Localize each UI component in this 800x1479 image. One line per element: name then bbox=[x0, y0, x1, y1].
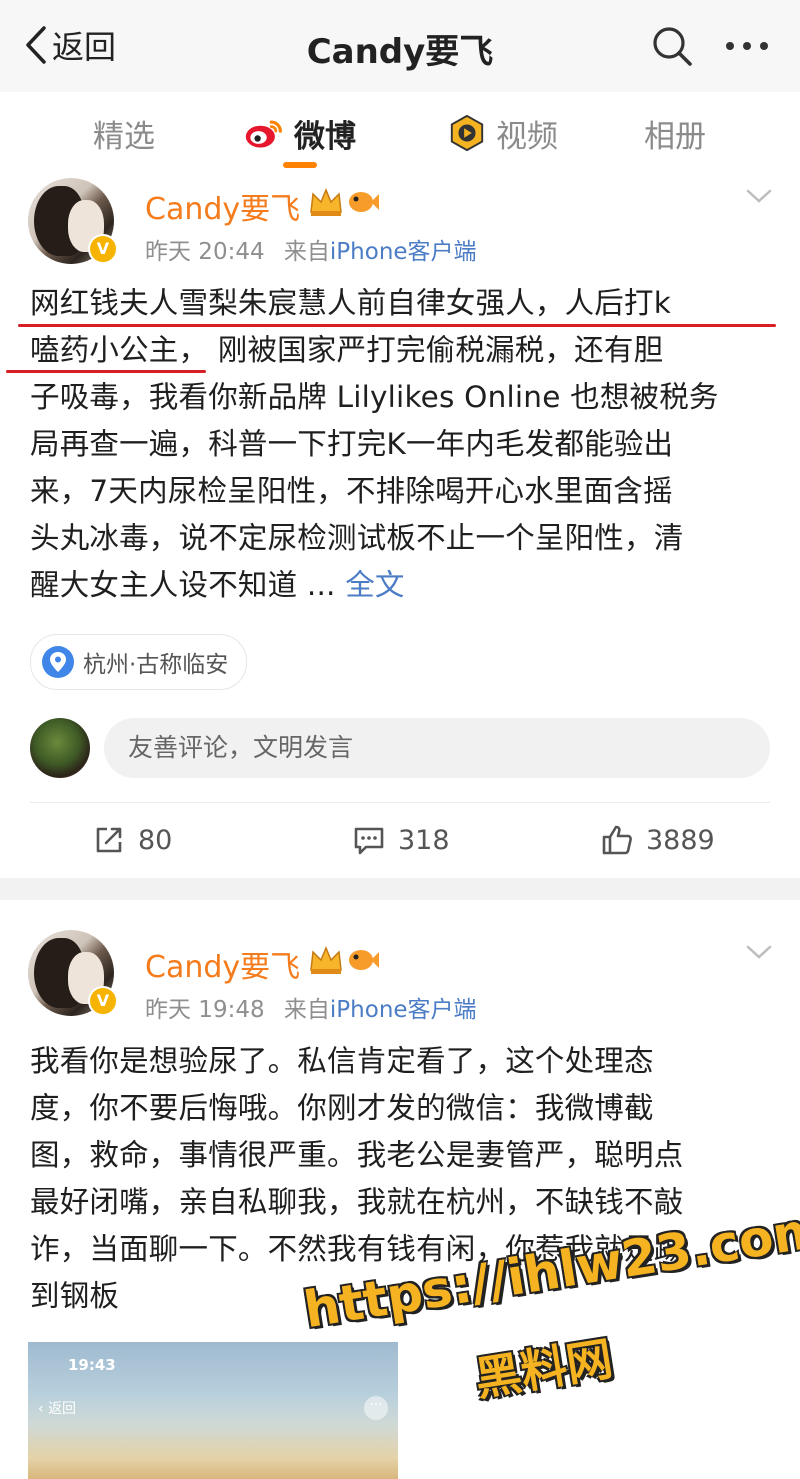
top-nav-bar: 返回 Candy要飞 bbox=[0, 0, 800, 93]
tab-label: 相册 bbox=[644, 118, 706, 155]
comment-button[interactable]: 318 bbox=[352, 818, 450, 862]
chevron-down-icon[interactable] bbox=[744, 186, 774, 206]
video-icon bbox=[450, 114, 484, 152]
crown-icon bbox=[310, 946, 342, 974]
repost-count: 80 bbox=[138, 824, 173, 856]
text-line: 到钢板 bbox=[30, 1279, 120, 1313]
post-text: 网红钱夫人雪梨朱宸慧人前自律女强人，人后打k 嗑药小公主， 刚被国家严打完偷税漏… bbox=[30, 280, 775, 609]
post-source[interactable]: iPhone客户端 bbox=[330, 239, 477, 265]
post-meta: 昨天 20:44 来自iPhone客户端 bbox=[145, 232, 477, 266]
repost-icon bbox=[96, 827, 122, 853]
back-button[interactable]: 返回 bbox=[22, 20, 116, 70]
text-line: 头丸冰毒，说不定尿检测试板不止一个呈阳性，清 bbox=[30, 521, 684, 555]
highlight-underline bbox=[6, 370, 206, 373]
text-line: 来，7天内尿检呈阳性，不排除喝开心水里面含摇 bbox=[30, 474, 673, 508]
active-tab-indicator bbox=[283, 162, 317, 168]
text-line: 醒大女主人设不知道 ... 全文 bbox=[30, 562, 775, 609]
tab-video[interactable]: 视频 bbox=[448, 110, 558, 156]
comment-count: 318 bbox=[398, 824, 450, 856]
location-pin-icon bbox=[42, 646, 74, 678]
text-line: 诈，当面聊一下。不然我有钱有闲，你惹我就是踢 bbox=[30, 1232, 684, 1266]
fish-badge-icon bbox=[349, 950, 379, 970]
text-line-tail: 醒大女主人设不知道 ... bbox=[30, 568, 346, 602]
post-time: 昨天 19:48 bbox=[145, 997, 265, 1023]
chevron-down-icon[interactable] bbox=[744, 942, 774, 962]
profile-tabs: 精选 微博 视频 相册 bbox=[0, 92, 800, 178]
like-button[interactable]: 3889 bbox=[600, 818, 715, 862]
text-line: 局再查一遍，科普一下打完K一年内毛发都能验出 bbox=[30, 427, 674, 461]
verified-badge-icon: V bbox=[88, 986, 118, 1016]
image-more-icon: ··· bbox=[364, 1396, 388, 1420]
text-line: 度，你不要后悔哦。你刚才发的微信：我微博截 bbox=[30, 1091, 654, 1125]
like-count: 3889 bbox=[646, 824, 715, 856]
thumbs-up-icon bbox=[602, 825, 632, 855]
source-prefix: 来自 bbox=[283, 239, 330, 265]
tab-label: 微博 bbox=[294, 118, 356, 155]
tab-weibo[interactable]: 微博 bbox=[244, 110, 356, 156]
post-time: 昨天 20:44 bbox=[145, 239, 265, 265]
image-status-time: 19:43 bbox=[68, 1356, 116, 1374]
read-more-link[interactable]: 全文 bbox=[345, 568, 404, 602]
card-separator bbox=[0, 878, 800, 900]
image-back-text: 返回 bbox=[48, 1401, 77, 1417]
my-avatar bbox=[30, 718, 90, 778]
tab-featured[interactable]: 精选 bbox=[93, 110, 155, 156]
more-options-icon[interactable] bbox=[722, 26, 772, 66]
verified-badge-icon: V bbox=[88, 234, 118, 264]
back-arrow-icon bbox=[26, 26, 46, 64]
highlight-underline bbox=[18, 324, 776, 327]
post-meta: 昨天 19:48 来自iPhone客户端 bbox=[145, 990, 477, 1024]
source-prefix: 来自 bbox=[283, 997, 330, 1023]
text-line: 图，救命，事情很严重。我老公是妻管严，聪明点 bbox=[30, 1138, 684, 1172]
tab-label: 视频 bbox=[496, 118, 558, 155]
post-image[interactable]: 19:43 ‹ 返回 ··· bbox=[28, 1342, 398, 1479]
text-line: 我看你是想验尿了。私信肯定看了，这个处理态 bbox=[30, 1044, 654, 1078]
post-card: V Candy要飞 昨天 20:44 来自iPhone客户端 网红钱夫人雪梨朱宸… bbox=[0, 178, 800, 878]
location-tag[interactable]: 杭州·古称临安 bbox=[30, 634, 248, 690]
divider bbox=[30, 802, 770, 803]
user-name[interactable]: Candy要飞 bbox=[145, 942, 300, 986]
user-name[interactable]: Candy要飞 bbox=[145, 184, 300, 228]
text-line: 最好闭嘴，亲自私聊我，我就在杭州，不缺钱不敲 bbox=[30, 1185, 684, 1219]
weibo-logo-icon bbox=[245, 120, 282, 148]
tab-album[interactable]: 相册 bbox=[644, 110, 706, 156]
text-line: 嗑药小公主， 刚被国家严打完偷税漏税，还有胆 bbox=[30, 333, 664, 367]
comment-icon bbox=[354, 827, 384, 855]
image-back-label: ‹ 返回 bbox=[38, 1401, 77, 1417]
post-card: V Candy要飞 昨天 19:48 来自iPhone客户端 我看你是想验尿了。… bbox=[0, 900, 800, 1479]
back-label: 返回 bbox=[52, 28, 117, 66]
post-text: 我看你是想验尿了。私信肯定看了，这个处理态 度，你不要后悔哦。你刚才发的微信：我… bbox=[30, 1038, 775, 1320]
text-line: 网红钱夫人雪梨朱宸慧人前自律女强人，人后打k bbox=[30, 286, 671, 320]
post-source[interactable]: iPhone客户端 bbox=[330, 997, 477, 1023]
comment-input[interactable]: 友善评论，文明发言 bbox=[104, 718, 770, 778]
search-icon[interactable] bbox=[650, 24, 694, 68]
text-line: 子吸毒，我看你新品牌 Lilylikes Online 也想被税务 bbox=[30, 380, 719, 414]
crown-icon bbox=[310, 188, 342, 216]
location-text: 杭州·古称临安 bbox=[83, 652, 229, 678]
repost-button[interactable]: 80 bbox=[92, 818, 172, 862]
fish-badge-icon bbox=[349, 192, 379, 212]
tab-label: 精选 bbox=[93, 118, 155, 155]
